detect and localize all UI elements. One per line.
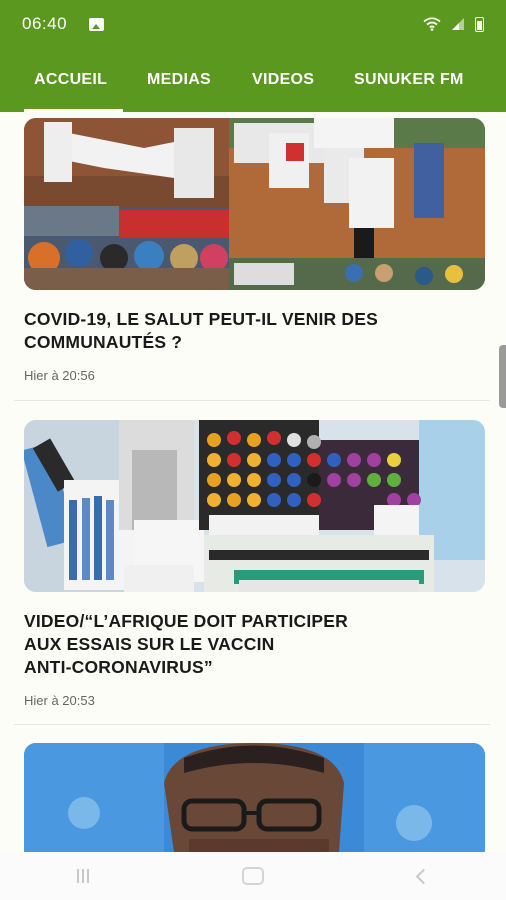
- back-icon[interactable]: [415, 868, 432, 884]
- article-time: Hier à 20:56: [24, 368, 95, 383]
- article-card[interactable]: VIDEO/“L’AFRIQUE DOIT PARTICIPER AUX ESS…: [24, 420, 486, 708]
- article-title-line: ANTI-CORONAVIRUS”: [24, 657, 213, 677]
- battery-icon: [475, 16, 484, 32]
- scrollbar[interactable]: [499, 345, 506, 408]
- home-icon[interactable]: [242, 867, 265, 885]
- article-title-line: COVID-19, LE SALUT PEUT-IL VENIR DES: [24, 309, 379, 329]
- article-image[interactable]: [24, 420, 485, 592]
- status-time: 06:40: [22, 14, 68, 33]
- article-image[interactable]: [24, 118, 485, 290]
- status-icons: [423, 16, 484, 32]
- article-card[interactable]: [24, 743, 486, 852]
- tab-accueil[interactable]: ACCUEIL: [23, 48, 124, 112]
- recent-apps-icon[interactable]: [76, 869, 89, 883]
- tab-bar: ACCUEIL MEDIAS VIDEOS SUNUKER FM: [0, 48, 506, 112]
- tab-videos[interactable]: VIDEOS: [252, 48, 314, 112]
- signal-icon: [452, 18, 464, 30]
- article-title[interactable]: COVID-19, LE SALUT PEUT-IL VENIR DES COM…: [24, 308, 486, 354]
- article-image[interactable]: [24, 743, 485, 852]
- image-notification-icon: [89, 17, 105, 31]
- navigation-bar: [0, 852, 506, 900]
- article-time: Hier à 20:53: [24, 693, 95, 708]
- tab-medias[interactable]: MEDIAS: [147, 48, 211, 112]
- status-bar: 06:40: [0, 0, 506, 48]
- article-title[interactable]: VIDEO/“L’AFRIQUE DOIT PARTICIPER AUX ESS…: [24, 610, 486, 679]
- article-title-line: VIDEO/“L’AFRIQUE DOIT PARTICIPER: [24, 611, 349, 631]
- article-title-line: COMMUNAUTÉS ?: [24, 332, 183, 352]
- article-card[interactable]: COVID-19, LE SALUT PEUT-IL VENIR DES COM…: [24, 118, 486, 383]
- tab-sunuker-fm[interactable]: SUNUKER FM: [354, 48, 464, 112]
- article-title-line: AUX ESSAIS SUR LE VACCIN: [24, 634, 275, 654]
- divider: [14, 724, 490, 725]
- wifi-icon: [423, 17, 441, 31]
- divider: [14, 400, 490, 401]
